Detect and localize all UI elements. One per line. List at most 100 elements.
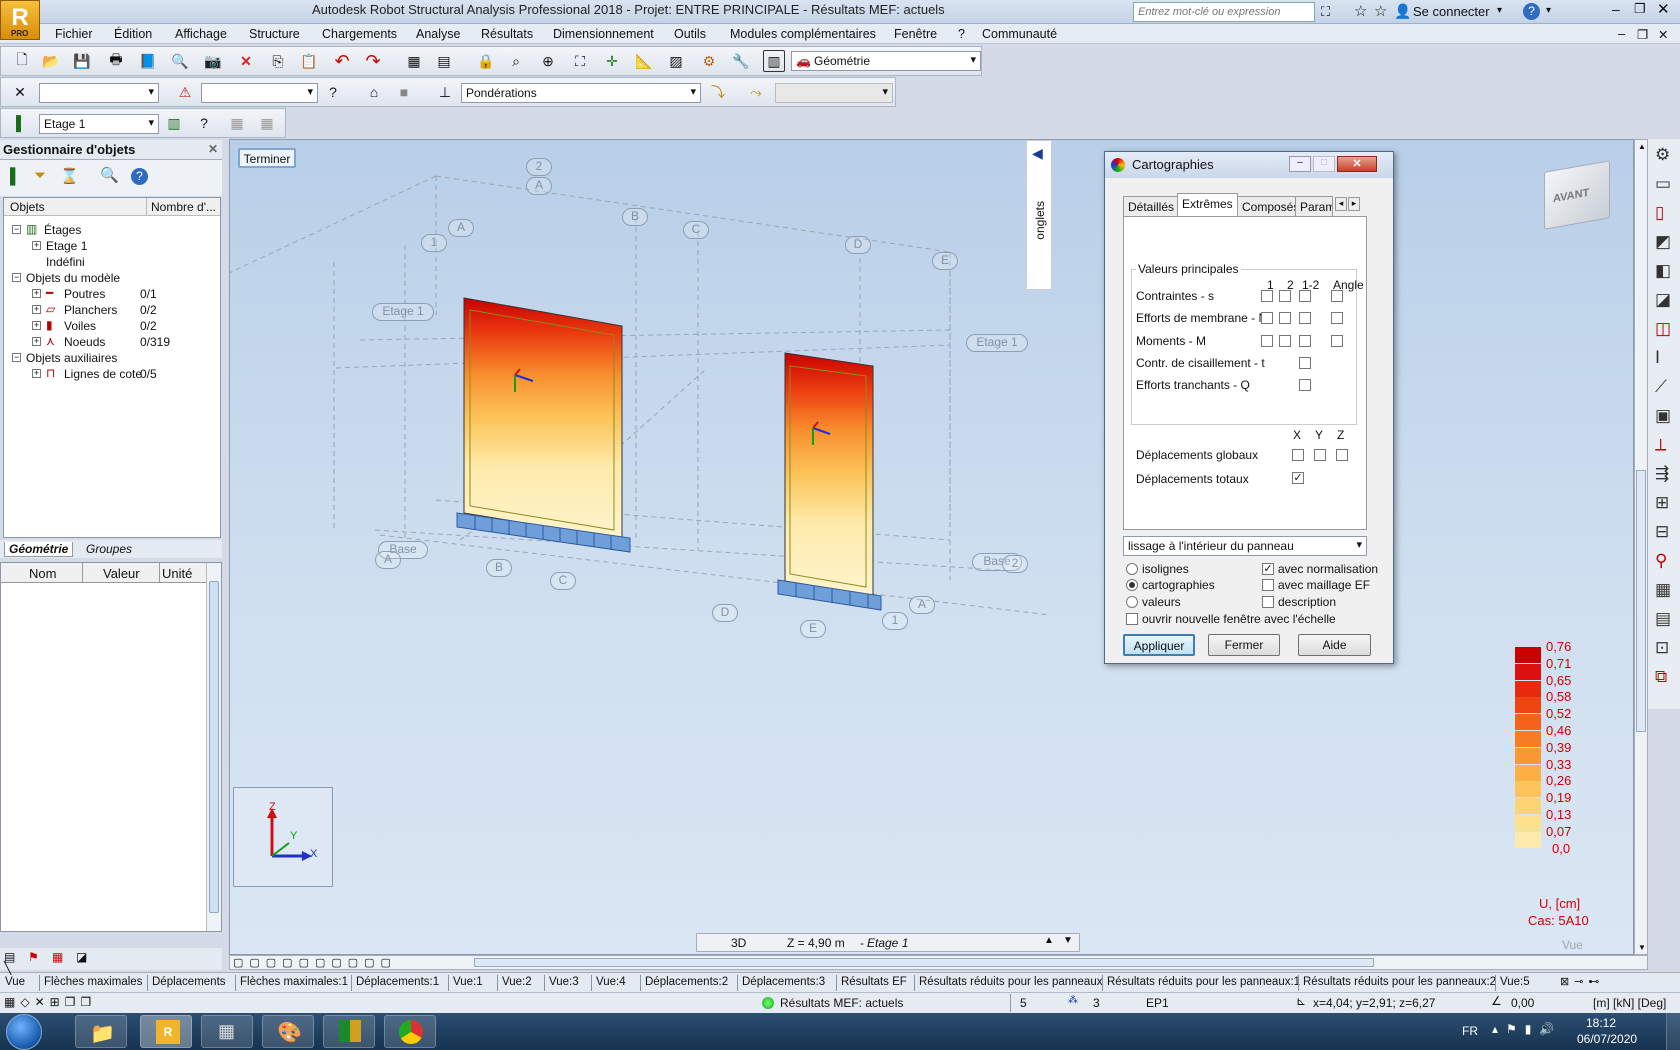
- new-window-scale-label[interactable]: ouvrir nouvelle fenêtre avec l'échelle: [1142, 612, 1336, 626]
- tab-detailles[interactable]: Détaillés: [1123, 196, 1180, 216]
- preview-icon[interactable]: 🔍: [169, 50, 191, 72]
- tree-expander-icon[interactable]: −: [12, 353, 21, 362]
- help-icon[interactable]: ?: [131, 168, 148, 185]
- fe-mesh-label[interactable]: avec maillage EF: [1278, 578, 1370, 592]
- support-icon[interactable]: ⟂: [1655, 435, 1666, 455]
- minimize-button[interactable]: –: [1612, 1, 1620, 17]
- robot-task[interactable]: R: [140, 1015, 192, 1048]
- tab-extremes[interactable]: Extrêmes: [1177, 193, 1238, 217]
- view-tab[interactable]: Vue:1: [453, 976, 483, 988]
- view-tab[interactable]: Vue: [5, 976, 25, 988]
- app-task[interactable]: [323, 1015, 375, 1048]
- total-disp-checkbox[interactable]: ✓: [1292, 472, 1304, 484]
- binoculars-icon[interactable]: ⛶: [1321, 4, 1330, 20]
- solid-icon[interactable]: ▣: [1655, 406, 1671, 426]
- global-disp-y-checkbox[interactable]: [1314, 449, 1326, 461]
- shell-icon[interactable]: ◫: [1655, 319, 1671, 339]
- view-tab[interactable]: Résultats réduits pour les panneaux: [919, 976, 1102, 988]
- col-objects[interactable]: Objets: [10, 200, 45, 214]
- close-button[interactable]: ✕: [1657, 0, 1670, 18]
- tree-node[interactable]: + ━ Poutres 0/1: [4, 286, 218, 302]
- axes-icon[interactable]: ✛: [601, 50, 623, 72]
- red-node-icon[interactable]: ⚲: [1655, 551, 1667, 571]
- open-folder-icon[interactable]: 📂: [40, 50, 62, 72]
- calculator-task[interactable]: ▦: [201, 1015, 253, 1048]
- menu-edition[interactable]: Édition: [114, 27, 152, 41]
- tab-parametres[interactable]: Paramè: [1295, 196, 1333, 216]
- menu-structure[interactable]: Structure: [249, 27, 300, 41]
- view-tab[interactable]: Résultats réduits pour les panneaux:2: [1303, 976, 1496, 988]
- tab-groups[interactable]: Groupes: [86, 542, 132, 556]
- grid-structure-icon[interactable]: ⊞: [1655, 493, 1669, 513]
- side-tabs-strip[interactable]: ◀ onglets: [1026, 140, 1052, 290]
- help-icon[interactable]: ?: [1523, 3, 1540, 20]
- frame-icon[interactable]: ⊡: [1655, 638, 1669, 658]
- menu-resultats[interactable]: Résultats: [481, 27, 533, 41]
- normalization-checkbox[interactable]: ✓: [1262, 563, 1274, 575]
- tree-expander-icon[interactable]: −: [12, 225, 21, 234]
- storey-select[interactable]: Etage 1: [39, 114, 159, 134]
- panel-icon[interactable]: ◪: [1655, 290, 1671, 310]
- mdi-restore[interactable]: ❐: [1637, 27, 1648, 42]
- load-arrow-icon[interactable]: ⤵: [707, 81, 729, 103]
- result-checkbox-1-3[interactable]: [1331, 312, 1343, 324]
- result-checkbox-3[interactable]: [1299, 357, 1311, 369]
- tray-icons[interactable]: ▴⚑▮🔊: [1492, 1022, 1562, 1036]
- combinations-icon[interactable]: ⌂: [363, 81, 385, 103]
- mesh-icon[interactable]: ▦: [1655, 580, 1671, 600]
- cartographies-label[interactable]: cartographies: [1142, 578, 1215, 592]
- undo-icon[interactable]: ↶: [331, 50, 353, 72]
- star-outline-icon[interactable]: ☆: [1354, 2, 1367, 20]
- tree-node[interactable]: + ▮ Voiles 0/2: [4, 318, 218, 334]
- tree-node[interactable]: + ⊓ Lignes de cote 0/5: [4, 366, 218, 382]
- menu-modules[interactable]: Modules complémentaires: [730, 27, 876, 41]
- load-case-select[interactable]: [201, 83, 318, 103]
- storey-manage-icon[interactable]: ▥: [163, 112, 185, 134]
- result-checkbox-1-2[interactable]: [1299, 312, 1311, 324]
- clock-date[interactable]: 06/07/2020: [1577, 1032, 1637, 1046]
- mdi-close[interactable]: ✕: [1658, 27, 1668, 42]
- column-icon[interactable]: ▯: [1655, 203, 1664, 223]
- bracing-icon[interactable]: ⟋: [1655, 377, 1667, 397]
- tab-nav-icons[interactable]: ⊠⊸⊷: [1560, 975, 1604, 988]
- zoom-icon[interactable]: ⊕: [537, 50, 559, 72]
- view-3d-button[interactable]: 3D: [731, 936, 746, 950]
- language-indicator[interactable]: FR: [1462, 1024, 1478, 1038]
- cartographies-radio[interactable]: [1126, 579, 1138, 591]
- menu-chargements[interactable]: Chargements: [322, 27, 397, 41]
- global-disp-x-checkbox[interactable]: [1292, 449, 1304, 461]
- properties-scrollbar[interactable]: [206, 563, 221, 931]
- print-icon[interactable]: 🖶: [105, 50, 127, 72]
- tab-geometry[interactable]: Géométrie: [4, 542, 74, 557]
- redo-icon[interactable]: ↷: [362, 50, 384, 72]
- col-unit[interactable]: Unité: [162, 566, 192, 581]
- tree-expander-icon[interactable]: +: [32, 321, 41, 330]
- dialog-minimize-button[interactable]: –: [1289, 156, 1311, 172]
- hourglass-icon[interactable]: ⌛: [60, 167, 79, 185]
- menu-affichage[interactable]: Affichage: [175, 27, 227, 41]
- view-cube-face[interactable]: AVANT: [1553, 187, 1589, 205]
- result-checkbox-1-1[interactable]: [1279, 312, 1291, 324]
- tree-node[interactable]: − Objets auxiliaires: [4, 350, 218, 366]
- clock-time[interactable]: 18:12: [1586, 1016, 1616, 1030]
- slab-icon[interactable]: ◩: [1655, 232, 1671, 252]
- book-icon[interactable]: 📘: [137, 50, 159, 72]
- menu-fichier[interactable]: Fichier: [55, 27, 93, 41]
- new-file-icon[interactable]: 🗋: [11, 50, 33, 72]
- section-select[interactable]: [39, 83, 159, 103]
- delete-icon[interactable]: ✕: [235, 50, 257, 72]
- new-window-scale-checkbox[interactable]: [1126, 613, 1138, 625]
- tree-expander-icon[interactable]: +: [32, 241, 41, 250]
- result-checkbox-0-3[interactable]: [1331, 290, 1343, 302]
- section-i-icon[interactable]: Ⅰ: [1655, 348, 1660, 368]
- help-search-input[interactable]: Entrez mot-clé ou expression: [1133, 2, 1315, 22]
- layout-select[interactable]: 🚗 Géométrie: [791, 51, 981, 71]
- level-up-button[interactable]: ▲: [1044, 935, 1054, 946]
- col-value[interactable]: Valeur: [103, 566, 140, 581]
- app-logo[interactable]: R PRO: [0, 0, 40, 40]
- close-icon[interactable]: ✕: [208, 142, 218, 156]
- view-mini-icons[interactable]: ▢▢▢▢▢▢▢▢▢▢: [233, 956, 397, 969]
- view-tab[interactable]: Flèches maximales:1: [240, 976, 348, 988]
- paste-icon[interactable]: 📋: [298, 50, 320, 72]
- tree-expander-icon[interactable]: +: [32, 289, 41, 298]
